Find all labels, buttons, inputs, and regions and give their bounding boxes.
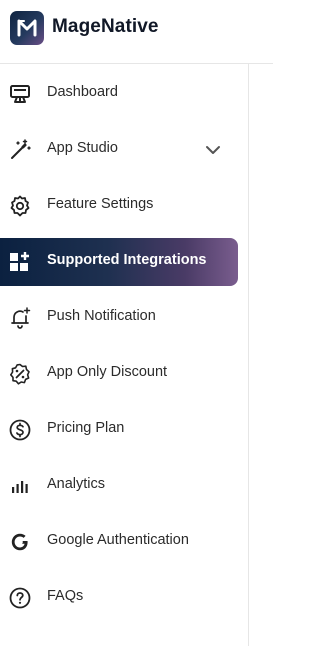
sidebar-item-label: Feature Settings bbox=[47, 196, 154, 212]
sidebar-item-analytics[interactable]: Analytics bbox=[0, 462, 238, 510]
sidebar-item-faqs[interactable]: FAQs bbox=[0, 574, 238, 622]
sidebar-item-feature-settings[interactable]: Feature Settings bbox=[0, 182, 238, 230]
question-circle-icon bbox=[8, 586, 32, 610]
sidebar-item-label: Supported Integrations bbox=[47, 252, 207, 268]
chevron-down-icon[interactable] bbox=[203, 140, 223, 160]
brand-name: MageNative bbox=[52, 16, 159, 37]
bell-icon bbox=[8, 306, 32, 330]
sidebar-item-label: Pricing Plan bbox=[47, 420, 125, 436]
sidebar-item-app-only-discount[interactable]: App Only Discount bbox=[0, 350, 238, 398]
sidebar-item-label: Analytics bbox=[47, 476, 106, 492]
sidebar: Dashboard App Studio Feature Settings Su… bbox=[0, 64, 249, 646]
app-root: MageNative Dashboard App Studio Feature … bbox=[0, 0, 273, 646]
sidebar-item-pricing-plan[interactable]: Pricing Plan bbox=[0, 406, 238, 454]
sidebar-item-google-authentication[interactable]: Google Authentication bbox=[0, 518, 238, 566]
discount-badge-icon bbox=[8, 362, 32, 386]
integrations-grid-icon bbox=[8, 250, 32, 274]
sidebar-item-dashboard[interactable]: Dashboard bbox=[0, 70, 238, 118]
sidebar-item-app-studio[interactable]: App Studio bbox=[0, 126, 238, 174]
sidebar-item-label: FAQs bbox=[47, 588, 84, 604]
magenative-logo-icon[interactable] bbox=[10, 11, 44, 45]
sidebar-item-supported-integrations[interactable]: Supported Integrations bbox=[0, 238, 238, 286]
dashboard-icon bbox=[8, 82, 32, 106]
bar-chart-icon bbox=[8, 474, 32, 498]
google-icon bbox=[8, 530, 32, 554]
sidebar-item-label: App Only Discount bbox=[47, 364, 168, 380]
sidebar-item-push-notification[interactable]: Push Notification bbox=[0, 294, 238, 342]
top-bar: MageNative bbox=[0, 0, 273, 64]
sidebar-item-label: App Studio bbox=[47, 140, 118, 156]
sidebar-item-label: Google Authentication bbox=[47, 532, 189, 548]
gear-icon bbox=[8, 194, 32, 218]
dollar-circle-icon bbox=[8, 418, 32, 442]
sidebar-item-label: Push Notification bbox=[47, 308, 156, 324]
sidebar-item-label: Dashboard bbox=[47, 84, 118, 100]
magic-wand-icon bbox=[8, 138, 32, 162]
